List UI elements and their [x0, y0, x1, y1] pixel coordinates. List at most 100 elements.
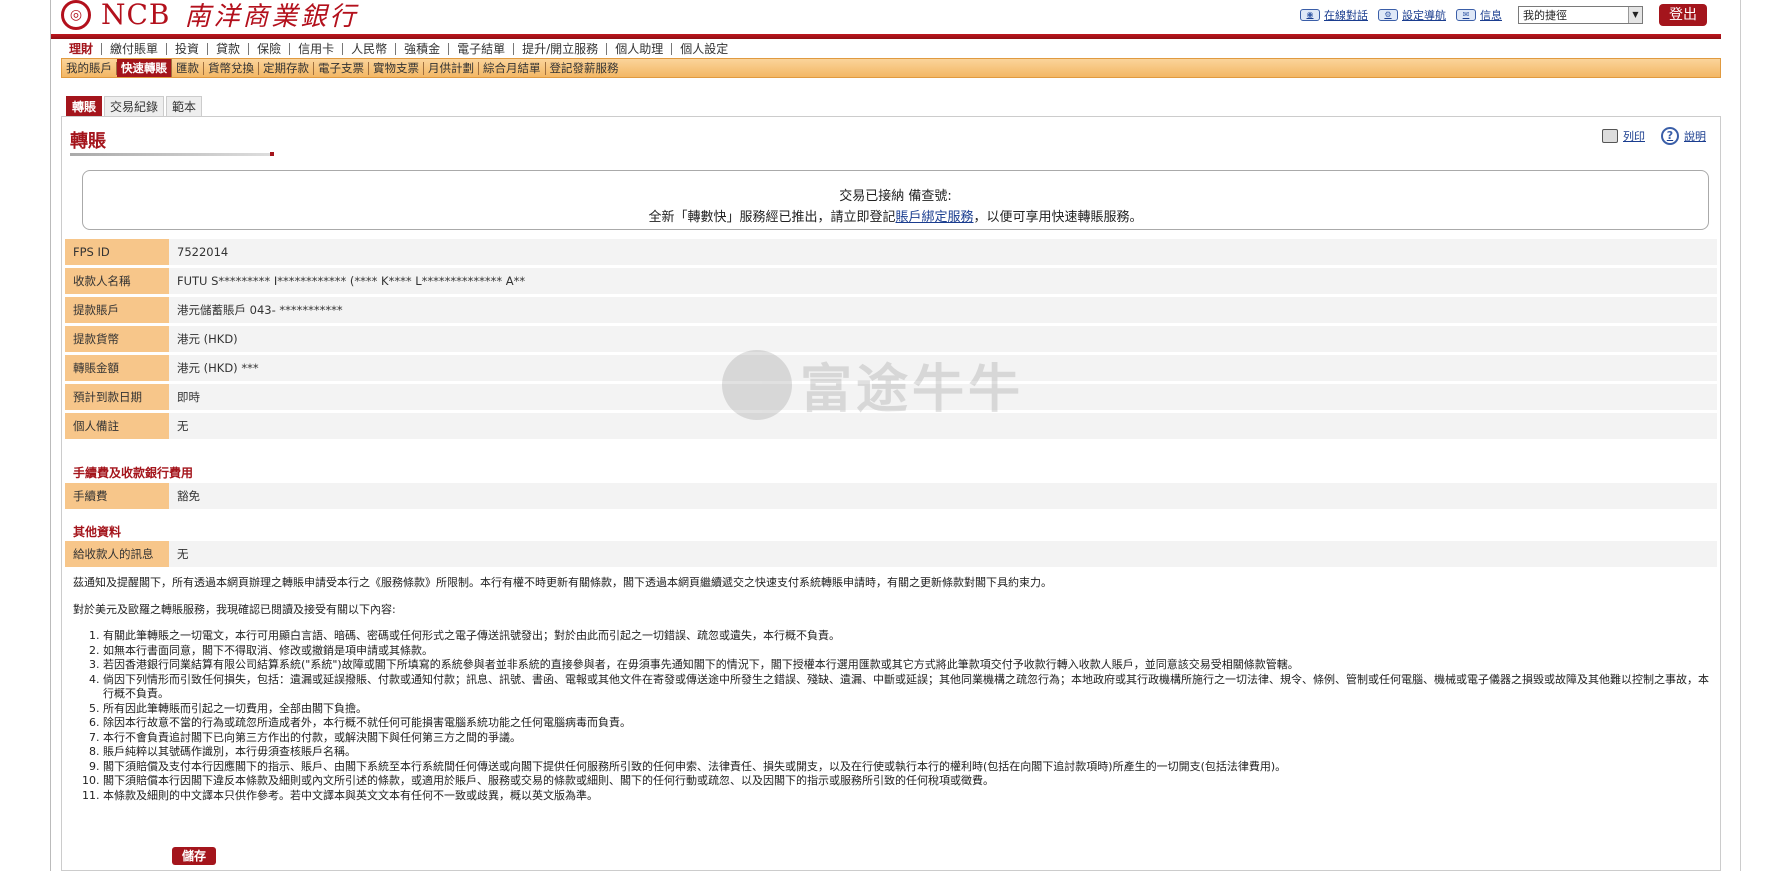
main-nav-insurance[interactable]: 保險 — [249, 42, 291, 55]
detail-value: 港元 (HKD) — [169, 326, 1717, 352]
fees-details: 手續費 豁免 — [65, 483, 1717, 512]
detail-row-amount: 轉賬金額 港元 (HKD) *** — [65, 355, 1717, 381]
online-chat-label: 在線對話 — [1324, 9, 1368, 22]
notice-reference: 交易已接納 備查號: — [839, 189, 952, 204]
detail-label: 個人備註 — [65, 413, 169, 439]
main-nav-investment[interactable]: 投資 — [167, 42, 209, 55]
terms-item: 有關此筆轉賬之一切電文，本行可用顯白言語、暗碼、密碼或任何形式之電子傳送訊號發出… — [103, 629, 1713, 644]
detail-label: 提款賬戶 — [65, 297, 169, 323]
main-nav-personal-assistant[interactable]: 個人助理 — [607, 42, 673, 55]
chevron-down-icon: ▼ — [1628, 7, 1642, 23]
sub-nav-physical-cheque[interactable]: 實物支票 — [369, 61, 424, 75]
main-nav: 理財 繳付賬單 投資 貸款 保險 信用卡 人民幣 強積金 電子結單 提升/開立服… — [61, 39, 736, 58]
terms-item: 閣下須賠償本行因閣下違反本條款及細則或內文所引述的條款，或適用於賬戶、服務或交易… — [103, 774, 1713, 789]
main-nav-loans[interactable]: 貸款 — [208, 42, 250, 55]
messages-link[interactable]: ✉ 信息 — [1456, 7, 1502, 23]
quick-links-select[interactable]: 我的捷徑 ▼ — [1518, 6, 1643, 24]
settings-nav-label: 設定導航 — [1402, 9, 1446, 22]
help-icon: ? — [1661, 127, 1679, 145]
main-nav-estatement[interactable]: 電子結單 — [449, 42, 515, 55]
tab-transfer[interactable]: 轉賬 — [66, 96, 103, 116]
print-icon — [1602, 129, 1618, 143]
sub-nav-remittance[interactable]: 匯款 — [172, 61, 204, 75]
title-dot — [270, 152, 274, 156]
main-nav-upgrade-services[interactable]: 提升/開立服務 — [514, 42, 608, 55]
detail-value: 豁免 — [169, 483, 1717, 509]
sub-nav-payroll-service[interactable]: 登記發薪服務 — [546, 61, 623, 75]
terms-item: 若因香港銀行同業結算有限公司結算系統("系統")故障或閣下所填寫的系統參與者並非… — [103, 658, 1713, 673]
terms-item: 本行不會負責追討閣下已向第三方作出的付款，或解決閣下與任何第三方之間的爭議。 — [103, 731, 1713, 746]
page-frame: ◎ NCB 南洋商業銀行 ◉ 在線對話 ⚙ 設定導航 ✉ 信息 我的捷徑 ▼ 登… — [50, 0, 1721, 871]
notice-promo-prefix: 全新「轉數快」服務經已推出，請立即登記 — [648, 210, 896, 225]
notice-promo-suffix: ，以便可享用快速轉賬服務。 — [973, 210, 1143, 225]
detail-label: 手續費 — [65, 483, 169, 509]
detail-row-fps-id: FPS ID 7522014 — [65, 239, 1717, 265]
detail-label: 提款貨幣 — [65, 326, 169, 352]
detail-value: 无 — [169, 413, 1717, 439]
settings-icon: ⚙ — [1378, 9, 1398, 21]
header-tools: ◉ 在線對話 ⚙ 設定導航 ✉ 信息 我的捷徑 ▼ 登出 — [1300, 4, 1707, 26]
terms-list: 有關此筆轉賬之一切電文，本行可用顯白言語、暗碼、密碼或任何形式之電子傳送訊號發出… — [73, 629, 1713, 803]
mail-icon: ✉ — [1456, 9, 1476, 21]
save-button[interactable]: 儲存 — [172, 847, 217, 865]
detail-row-personal-remark: 個人備註 无 — [65, 413, 1717, 439]
tab-transaction-history[interactable]: 交易紀錄 — [104, 96, 165, 116]
logo-chinese-name: 南洋商業銀行 — [184, 2, 359, 32]
fees-section-title: 手續費及收款銀行費用 — [73, 466, 194, 480]
sub-nav-monthly-plan[interactable]: 月供計劃 — [424, 61, 479, 75]
terms-intro: 茲通知及提醒閣下，所有透過本網頁辦理之轉賬申請受本行之《服務條款》所限制。本行有… — [73, 576, 1052, 589]
confirmation-notice: 交易已接納 備查號: 全新「轉數快」服務經已推出，請立即登記賬戶綁定服務，以便可… — [82, 170, 1709, 230]
detail-label: 收款人名稱 — [65, 268, 169, 294]
sub-nav-my-accounts[interactable]: 我的賬戶 — [62, 61, 117, 75]
print-label: 列印 — [1623, 130, 1645, 143]
terms-text: 茲通知及提醒閣下，所有透過本網頁辦理之轉賬申請受本行之《服務條款》所限制。本行有… — [73, 514, 1713, 803]
main-nav-bill-payment[interactable]: 繳付賬單 — [102, 42, 168, 55]
header: ◎ NCB 南洋商業銀行 ◉ 在線對話 ⚙ 設定導航 ✉ 信息 我的捷徑 ▼ 登… — [51, 0, 1721, 34]
page-title: 轉賬 — [70, 131, 106, 152]
page-tools: 列印 ? 說明 — [1602, 127, 1706, 145]
main-nav-credit-card[interactable]: 信用卡 — [290, 42, 344, 55]
help-link[interactable]: ? 說明 — [1661, 127, 1706, 145]
notice-promo: 全新「轉數快」服務經已推出，請立即登記賬戶綁定服務，以便可享用快速轉賬服務。 — [83, 206, 1708, 225]
content-panel: 轉賬 列印 ? 說明 交易已接納 備查號: 全新「轉數快」服務經已推出，請立即登… — [61, 116, 1721, 871]
detail-row-handling-fee: 手續費 豁免 — [65, 483, 1717, 509]
detail-value: 港元 (HKD) *** — [169, 355, 1717, 381]
logout-button[interactable]: 登出 — [1659, 4, 1707, 26]
terms-item: 賬戶純粹以其號碼作識別，本行毋須查核賬戶名稱。 — [103, 745, 1713, 760]
settings-nav-link[interactable]: ⚙ 設定導航 — [1378, 7, 1446, 23]
bank-logo[interactable]: ◎ NCB 南洋商業銀行 — [61, 0, 359, 33]
sub-nav: 我的賬戶 快速轉賬 匯款 貨幣兌換 定期存款 電子支票 實物支票 月供計劃 綜合… — [61, 58, 1721, 78]
main-nav-mpf[interactable]: 強積金 — [396, 42, 450, 55]
help-label: 說明 — [1684, 130, 1706, 143]
detail-value: 7522014 — [169, 239, 1717, 265]
print-link[interactable]: 列印 — [1602, 128, 1645, 144]
detail-label: 預計到款日期 — [65, 384, 169, 410]
terms-item: 閣下須賠償及支付本行因應閣下的指示、賬戶、由閣下系統至本行系統間任何傳送或向閣下… — [103, 760, 1713, 775]
tab-templates[interactable]: 範本 — [166, 96, 203, 116]
main-nav-personal-settings[interactable]: 個人設定 — [672, 43, 736, 55]
account-binding-link[interactable]: 賬戶綁定服務 — [895, 210, 973, 225]
terms-item: 所有因此筆轉賬而引起之一切費用，全部由閣下負擔。 — [103, 702, 1713, 717]
detail-row-debit-currency: 提款貨幣 港元 (HKD) — [65, 326, 1717, 352]
sub-nav-consolidated-statement[interactable]: 綜合月結單 — [479, 61, 546, 75]
detail-row-payee-name: 收款人名稱 FUTU S********* I************ (***… — [65, 268, 1717, 294]
logo-text: NCB — [101, 0, 171, 31]
messages-label: 信息 — [1480, 9, 1502, 22]
terms-intro-2: 對於美元及歐羅之轉賬服務，我現確認已閱讀及接受有關以下內容: — [73, 602, 396, 616]
detail-value: 港元儲蓄賬戶 043- *********** — [169, 297, 1717, 323]
sub-nav-currency-exchange[interactable]: 貨幣兌換 — [204, 61, 259, 75]
sub-nav-time-deposit[interactable]: 定期存款 — [259, 61, 314, 75]
detail-label: 轉賬金額 — [65, 355, 169, 381]
detail-value: 即時 — [169, 384, 1717, 410]
tab-bar: 轉賬 交易紀錄 範本 — [66, 96, 203, 116]
online-chat-link[interactable]: ◉ 在線對話 — [1300, 7, 1368, 23]
main-nav-rmb[interactable]: 人民幣 — [343, 42, 397, 55]
detail-value: FUTU S********* I************ (**** K***… — [169, 268, 1717, 294]
sub-nav-fast-transfer[interactable]: 快速轉賬 — [117, 59, 172, 77]
terms-item: 倘因下列情形而引致任何損失，包括：遺漏或延誤撥賬、付款或通知付款；訊息、訊號、書… — [103, 673, 1713, 702]
main-nav-wealth[interactable]: 理財 — [61, 42, 103, 55]
detail-row-expected-date: 預計到款日期 即時 — [65, 384, 1717, 410]
terms-item: 本條款及細則的中文譯本只供作參考。若中文譯本與英文文本有任何不一致或歧異，概以英… — [103, 789, 1713, 804]
window-edge — [1740, 0, 1741, 871]
sub-nav-e-cheque[interactable]: 電子支票 — [314, 61, 369, 75]
